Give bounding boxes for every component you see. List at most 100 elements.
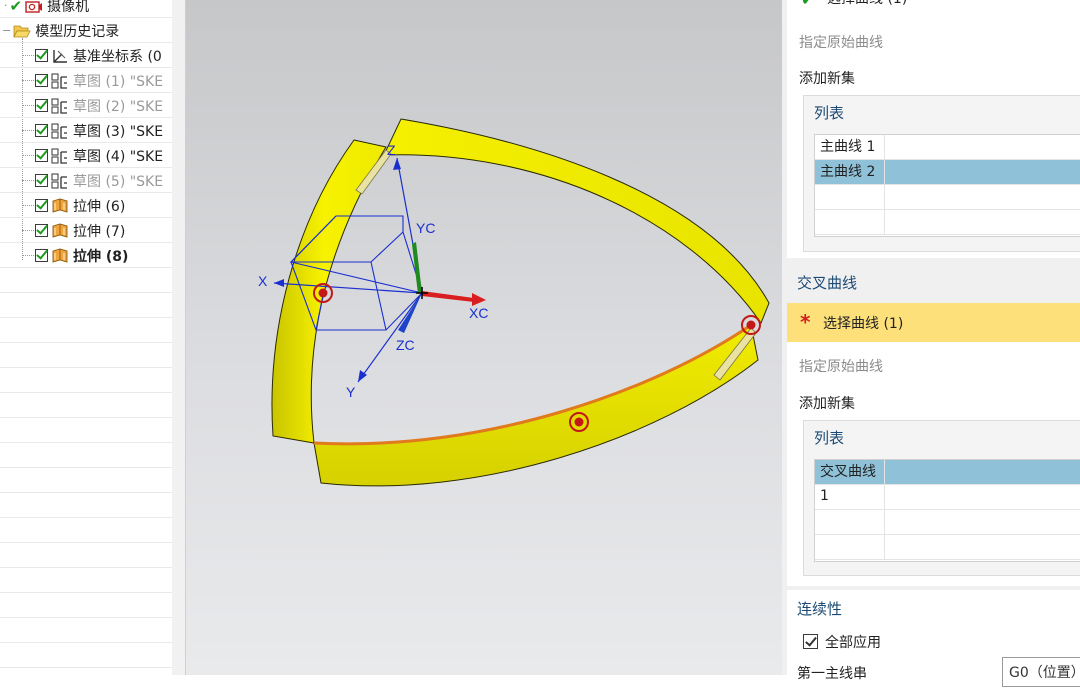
tree-row-item[interactable]: 拉伸 (7) (0, 218, 172, 243)
list-cell-name (815, 210, 885, 234)
tree-empty-row (0, 643, 172, 668)
list-cell-name (815, 535, 885, 559)
tree-row-camera[interactable]: · ✔ 摄像机 (0, 0, 172, 18)
graphics-viewport[interactable]: X Z Y YC XC ZC (186, 0, 782, 675)
tree-row-item[interactable]: 草图 (4) "SKE (0, 143, 172, 168)
tree-connector (22, 230, 34, 231)
list-row[interactable]: 交叉曲线 1 (815, 460, 1080, 504)
tree-empty-row (0, 393, 172, 418)
cross-list-table[interactable]: 交叉曲线 1 (814, 459, 1080, 562)
expand-icon[interactable]: · (4, 0, 8, 12)
camera-label: 摄像机 (47, 0, 90, 15)
cross-list-panel: 列表 交叉曲线 1 (803, 420, 1080, 576)
extrude-icon (51, 198, 73, 214)
visibility-checkbox[interactable] (35, 49, 48, 62)
primary-select-curve-label[interactable]: 选择曲线 (1) (827, 0, 907, 8)
xc-arrow[interactable] (422, 291, 474, 302)
cross-curves-group: 指定原始曲线 添加新集 列表 交叉曲线 1 (787, 342, 1080, 586)
y-axis-label: Y (346, 384, 356, 400)
visibility-checkbox[interactable] (35, 99, 48, 112)
z-axis-arrow (393, 158, 401, 170)
tree-empty-row (0, 593, 172, 618)
cross-select-curve-bar[interactable]: * 选择曲线 (1) (787, 303, 1080, 342)
list-cell-detail (885, 135, 1080, 159)
apply-all-checkbox[interactable] (803, 634, 818, 649)
list-cell-detail (885, 460, 1080, 484)
tree-connector (22, 80, 34, 81)
tree-row-item[interactable]: 基准坐标系 (0 (0, 43, 172, 68)
visibility-checkbox[interactable] (35, 249, 48, 262)
folder-open-icon (13, 25, 31, 37)
cross-curves-title[interactable]: 交叉曲线 (797, 272, 857, 293)
visibility-checkbox[interactable] (35, 124, 48, 137)
tree-item-label: 草图 (4) "SKE (73, 148, 164, 165)
visibility-checkbox[interactable] (35, 74, 48, 87)
tree-item-label: 拉伸 (7) (73, 223, 126, 240)
tree-row-item[interactable]: 草图 (3) "SKE (0, 118, 172, 143)
list-row-empty (815, 485, 1080, 510)
tree-row-item[interactable]: 草图 (2) "SKE (0, 93, 172, 118)
camera-icon (25, 0, 43, 13)
tree-empty-row (0, 318, 172, 343)
visibility-checkbox[interactable] (35, 149, 48, 162)
yc-arrow[interactable] (412, 242, 422, 294)
primary-list-title: 列表 (814, 104, 845, 122)
required-star-icon: * (800, 310, 811, 334)
visible-check-icon: ✔ (9, 0, 23, 15)
completed-check-icon: ✔ (801, 0, 814, 9)
list-row[interactable]: 主曲线 2 (815, 160, 1080, 185)
list-cell-name: 主曲线 1 (815, 135, 885, 159)
list-cell-name: 交叉曲线 1 (815, 460, 885, 504)
cross-specify-origin-curve[interactable]: 指定原始曲线 (799, 356, 883, 376)
navigator-resize-strip[interactable] (172, 0, 186, 675)
z-axis-label: Z (387, 142, 396, 158)
cross-add-new-set[interactable]: 添加新集 (799, 393, 855, 413)
collapse-icon[interactable]: − (2, 24, 11, 37)
extrude-icon (51, 248, 73, 264)
through-curve-mesh-dialog: ✔ 选择曲线 (1) 指定原始曲线 添加新集 列表 主曲线 1主曲线 2 交叉曲… (782, 0, 1080, 687)
primary-list-table[interactable]: 主曲线 1 主曲线 2 (814, 134, 1080, 237)
model-canvas[interactable]: X Z Y YC XC ZC (186, 0, 782, 675)
primary-list-panel: 列表 主曲线 1 主曲线 2 (803, 95, 1080, 252)
visibility-checkbox[interactable] (35, 199, 48, 212)
list-row-empty (815, 535, 1080, 560)
list-cell-detail (885, 535, 1080, 559)
tree-row-item[interactable]: 拉伸 (6) (0, 193, 172, 218)
first-primary-select[interactable]: G0（位置） (1002, 657, 1080, 687)
extrude-surface-left[interactable] (271, 139, 387, 444)
continuity-group: 连续性 全部应用 第一主线串 G0（位置） (787, 590, 1080, 687)
continuity-title[interactable]: 连续性 (797, 598, 842, 619)
list-row[interactable]: 主曲线 1 (815, 135, 1080, 160)
extrude-surface-bottom[interactable] (313, 324, 759, 487)
tree-empty-row (0, 293, 172, 318)
zc-axis-label: ZC (396, 337, 415, 353)
tree-item-label: 基准坐标系 (0 (73, 48, 162, 65)
tree-item-label: 草图 (3) "SKE (73, 123, 164, 140)
list-cell-name: 主曲线 2 (815, 160, 885, 184)
primary-add-new-set[interactable]: 添加新集 (799, 68, 855, 88)
visibility-checkbox[interactable] (35, 224, 48, 237)
tree-item-label: 草图 (2) "SKE (73, 98, 164, 115)
tree-row-item[interactable]: 拉伸 (8) (0, 243, 172, 268)
tree-connector (22, 55, 34, 56)
tree-item-label: 草图 (1) "SKE (73, 73, 164, 90)
tree-empty-row (0, 493, 172, 518)
cross-select-curve-label[interactable]: 选择曲线 (1) (823, 313, 903, 333)
visibility-checkbox[interactable] (35, 174, 48, 187)
zc-arrow[interactable] (398, 293, 422, 333)
tree-connector (22, 155, 34, 156)
extrude-icon (51, 223, 73, 239)
tree-row-item[interactable]: 草图 (5) "SKE (0, 168, 172, 193)
x-axis-arrow (274, 279, 284, 287)
first-primary-label: 第一主线串 (797, 666, 867, 682)
list-cell-detail (885, 510, 1080, 534)
sketch-icon (51, 173, 73, 189)
tree-row-item[interactable]: 草图 (1) "SKE (0, 68, 172, 93)
tree-empty-row (0, 343, 172, 368)
tree-row-model-history[interactable]: − 模型历史记录 (0, 18, 172, 43)
list-row-empty (815, 185, 1080, 210)
tree-empty-row (0, 368, 172, 393)
primary-specify-origin-curve[interactable]: 指定原始曲线 (799, 32, 883, 52)
extrude-surface-top[interactable] (383, 118, 770, 325)
list-cell-detail (885, 485, 1080, 509)
